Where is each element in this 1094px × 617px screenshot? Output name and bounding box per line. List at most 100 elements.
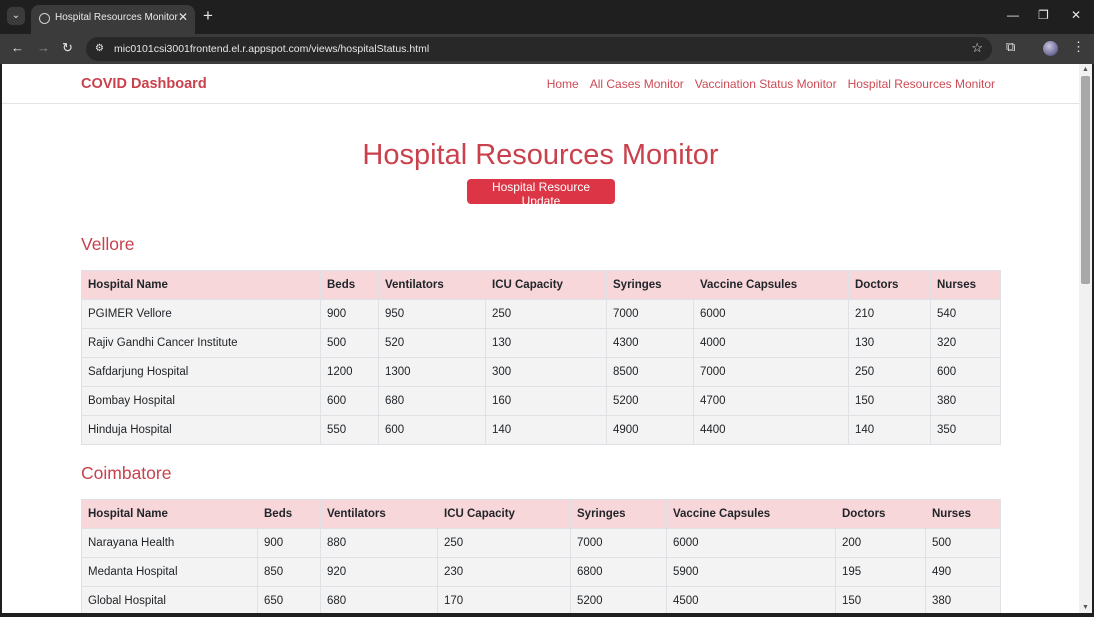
tab-close-icon[interactable]: ✕ — [178, 10, 188, 24]
table-row: Safdarjung Hospital 1200 1300 300 8500 7… — [81, 357, 1001, 387]
window-bottom-edge — [0, 613, 1094, 617]
bookmark-star-icon[interactable]: ☆ — [971, 40, 983, 56]
section-title-vellore: Vellore — [81, 234, 135, 254]
cell-syringes: 4900 — [606, 415, 694, 445]
cell-icu: 230 — [437, 557, 571, 587]
cell-hospital-name: Rajiv Gandhi Cancer Institute — [81, 328, 321, 358]
col-header: Ventilators — [378, 270, 486, 300]
browser-toolbar: ← → ↻ ⚙ mic0101csi3001frontend.el.r.apps… — [0, 34, 1094, 64]
cell-vaccine: 4000 — [693, 328, 849, 358]
cell-ventilators: 880 — [320, 528, 438, 558]
cell-vaccine: 4700 — [693, 386, 849, 416]
cell-hospital-name: PGIMER Vellore — [81, 299, 321, 329]
cell-ventilators: 950 — [378, 299, 486, 329]
site-brand[interactable]: COVID Dashboard — [81, 76, 207, 92]
page-scrollbar[interactable]: ▲ ▼ — [1079, 64, 1092, 613]
col-header: Nurses — [925, 499, 1001, 529]
url-text[interactable]: mic0101csi3001frontend.el.r.appspot.com/… — [114, 43, 429, 55]
cell-nurses: 600 — [930, 357, 1001, 387]
site-info-icon[interactable]: ⚙ — [95, 43, 104, 54]
nav-link-hospital-resources[interactable]: Hospital Resources Monitor — [848, 77, 995, 91]
scrollbar-thumb[interactable] — [1081, 76, 1090, 284]
cell-syringes: 7000 — [606, 299, 694, 329]
cell-syringes: 6800 — [570, 557, 667, 587]
col-header: Doctors — [835, 499, 926, 529]
cell-hospital-name: Medanta Hospital — [81, 557, 258, 587]
minimize-icon[interactable]: — — [1007, 8, 1019, 22]
col-header: Syringes — [606, 270, 694, 300]
cell-vaccine: 7000 — [693, 357, 849, 387]
browser-tab-active[interactable]: Hospital Resources Monitor ✕ — [31, 5, 195, 34]
cell-ventilators: 520 — [378, 328, 486, 358]
cell-syringes: 5200 — [606, 386, 694, 416]
cell-beds: 650 — [257, 586, 321, 613]
cell-ventilators: 600 — [378, 415, 486, 445]
address-bar[interactable]: ⚙ mic0101csi3001frontend.el.r.appspot.co… — [86, 37, 992, 61]
table-row: Hinduja Hospital 550 600 140 4900 4400 1… — [81, 415, 1001, 445]
browser-menu-kebab-icon[interactable]: ⋮ — [1072, 39, 1085, 55]
restore-icon[interactable]: ❐ — [1038, 8, 1049, 22]
cell-doctors: 210 — [848, 299, 931, 329]
cell-nurses: 500 — [925, 528, 1001, 558]
cell-beds: 900 — [320, 299, 379, 329]
col-header: Beds — [320, 270, 379, 300]
cell-icu: 160 — [485, 386, 607, 416]
col-header: Syringes — [570, 499, 667, 529]
nav-link-all-cases[interactable]: All Cases Monitor — [590, 77, 684, 91]
scroll-down-arrow-icon[interactable]: ▼ — [1082, 604, 1089, 611]
cell-beds: 900 — [257, 528, 321, 558]
site-nav-links: Home All Cases Monitor Vaccination Statu… — [547, 77, 995, 91]
cell-ventilators: 1300 — [378, 357, 486, 387]
window-close-icon[interactable]: ✕ — [1071, 8, 1081, 22]
forward-arrow-icon[interactable]: → — [37, 40, 50, 55]
nav-link-home[interactable]: Home — [547, 77, 579, 91]
globe-icon — [39, 13, 50, 24]
cell-vaccine: 5900 — [666, 557, 836, 587]
cell-nurses: 350 — [930, 415, 1001, 445]
table-row: Rajiv Gandhi Cancer Institute 500 520 13… — [81, 328, 1001, 358]
browser-tab-bar: ⌄ Hospital Resources Monitor ✕ + — ❐ ✕ — [0, 0, 1094, 34]
extensions-puzzle-icon[interactable]: ⧉ — [1006, 39, 1015, 55]
reload-icon[interactable]: ↻ — [62, 40, 73, 56]
col-header: Hospital Name — [81, 499, 258, 529]
cell-icu: 170 — [437, 586, 571, 613]
table-header-row: Hospital Name Beds Ventilators ICU Capac… — [81, 499, 1001, 529]
cell-nurses: 490 — [925, 557, 1001, 587]
table-header-row: Hospital Name Beds Ventilators ICU Capac… — [81, 270, 1001, 300]
site-navbar: COVID Dashboard Home All Cases Monitor V… — [2, 64, 1079, 104]
col-header: Hospital Name — [81, 270, 321, 300]
col-header: ICU Capacity — [485, 270, 607, 300]
hospital-resource-update-button[interactable]: Hospital Resource Update — [467, 179, 615, 208]
col-header: Nurses — [930, 270, 1001, 300]
col-header: Vaccine Capsules — [666, 499, 836, 529]
new-tab-plus-icon[interactable]: + — [203, 6, 213, 26]
cell-doctors: 140 — [848, 415, 931, 445]
scroll-up-arrow-icon[interactable]: ▲ — [1082, 66, 1089, 73]
nav-link-vaccination[interactable]: Vaccination Status Monitor — [695, 77, 837, 91]
tab-search-chevron-icon[interactable]: ⌄ — [7, 7, 25, 25]
cell-beds: 550 — [320, 415, 379, 445]
cell-doctors: 150 — [848, 386, 931, 416]
cell-hospital-name: Bombay Hospital — [81, 386, 321, 416]
cell-syringes: 7000 — [570, 528, 667, 558]
cell-syringes: 8500 — [606, 357, 694, 387]
cell-beds: 1200 — [320, 357, 379, 387]
cell-nurses: 540 — [930, 299, 1001, 329]
section-title-coimbatore: Coimbatore — [81, 463, 172, 483]
cell-syringes: 4300 — [606, 328, 694, 358]
cell-doctors: 130 — [848, 328, 931, 358]
cell-vaccine: 4400 — [693, 415, 849, 445]
cell-ventilators: 680 — [320, 586, 438, 613]
profile-avatar[interactable] — [1043, 41, 1058, 56]
cell-icu: 140 — [485, 415, 607, 445]
cell-doctors: 195 — [835, 557, 926, 587]
cell-beds: 600 — [320, 386, 379, 416]
page-title: Hospital Resources Monitor — [362, 139, 719, 171]
cell-icu: 250 — [437, 528, 571, 558]
back-arrow-icon[interactable]: ← — [11, 40, 24, 55]
coimbatore-table: Hospital Name Beds Ventilators ICU Capac… — [81, 499, 1001, 613]
tab-title: Hospital Resources Monitor — [55, 12, 178, 23]
cell-beds: 850 — [257, 557, 321, 587]
vellore-table: Hospital Name Beds Ventilators ICU Capac… — [81, 270, 1001, 445]
cell-nurses: 320 — [930, 328, 1001, 358]
